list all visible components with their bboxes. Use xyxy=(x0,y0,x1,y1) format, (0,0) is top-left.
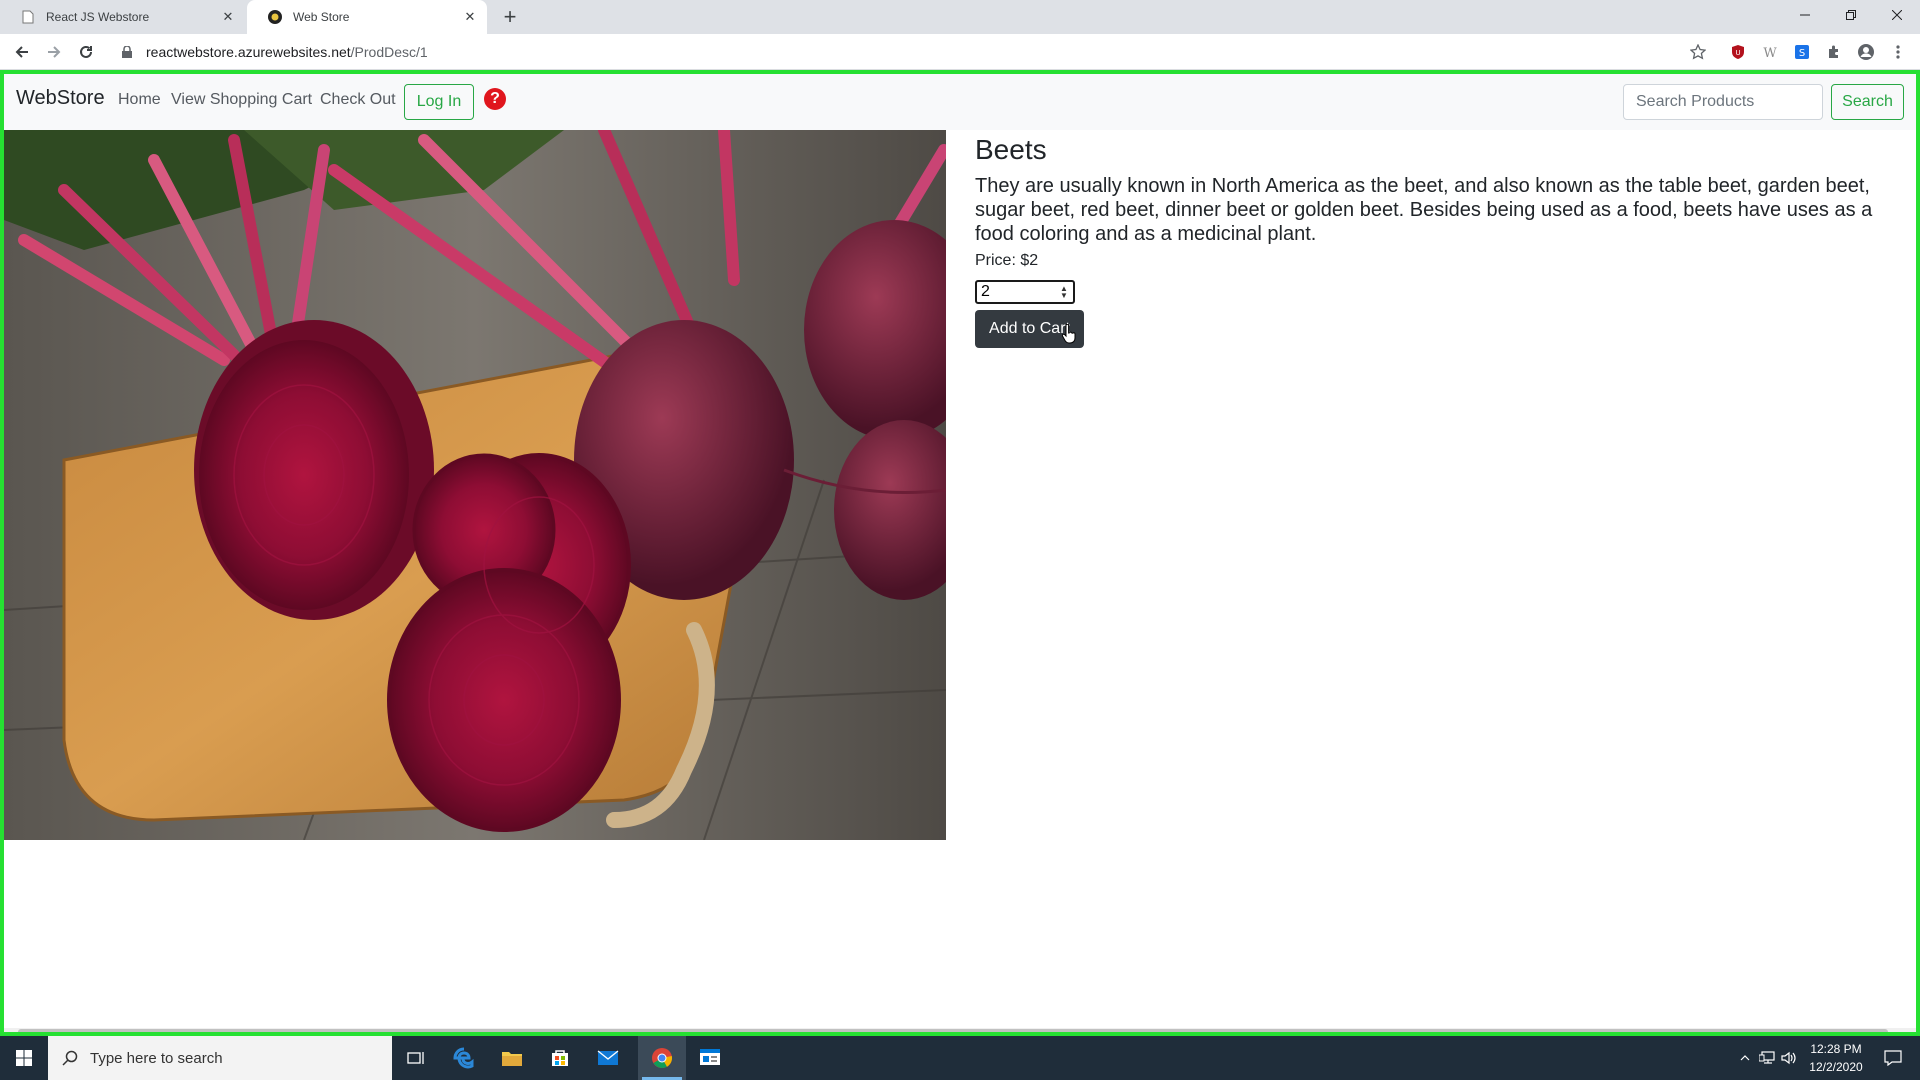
back-arrow-icon[interactable] xyxy=(10,40,34,64)
close-tab-icon[interactable]: ✕ xyxy=(219,8,237,26)
show-hidden-icons-chevron-icon[interactable] xyxy=(1735,1036,1755,1080)
login-button[interactable]: Log In xyxy=(404,84,474,120)
tab-title: Web Store xyxy=(293,10,350,24)
edge-browser-icon[interactable] xyxy=(440,1036,488,1080)
svg-text:S: S xyxy=(1799,48,1805,59)
profile-avatar-icon[interactable] xyxy=(1856,42,1876,62)
scrollbar-thumb[interactable] xyxy=(18,1029,1888,1032)
microsoft-store-icon[interactable] xyxy=(536,1036,584,1080)
lock-icon xyxy=(122,46,136,58)
clock-time: 12:28 PM xyxy=(1810,1042,1862,1056)
restore-icon[interactable] xyxy=(1828,0,1874,30)
svg-text:U: U xyxy=(1735,49,1740,57)
quantity-stepper[interactable]: 2 ▲ ▼ xyxy=(975,280,1075,304)
close-window-icon[interactable] xyxy=(1874,0,1920,30)
product-price: Price: $2 xyxy=(975,252,1039,269)
windows-taskbar: Type here to search 12:28 PM 12/2/2020 xyxy=(0,1036,1920,1080)
close-tab-icon[interactable]: ✕ xyxy=(461,8,479,26)
search-products-input[interactable]: Search Products xyxy=(1623,84,1823,120)
site-navbar: WebStore Home View Shopping Cart Check O… xyxy=(4,74,1916,130)
nav-link-home[interactable]: Home xyxy=(118,91,161,109)
quantity-value: 2 xyxy=(981,283,990,300)
taskbar-clock[interactable]: 12:28 PM 12/2/2020 xyxy=(1800,1040,1872,1076)
product-description: They are usually known in North America … xyxy=(975,175,1873,245)
action-center-icon[interactable] xyxy=(1876,1036,1910,1080)
nav-link-check-out[interactable]: Check Out xyxy=(320,91,396,109)
forward-arrow-icon[interactable] xyxy=(42,40,66,64)
taskbar-search-box[interactable]: Type here to search xyxy=(48,1036,392,1080)
bookmark-star-icon[interactable] xyxy=(1688,42,1708,62)
help-icon[interactable]: ? xyxy=(484,88,506,110)
page-viewport: WebStore Home View Shopping Cart Check O… xyxy=(0,70,1920,1036)
minimize-icon[interactable] xyxy=(1782,0,1828,30)
tab-title: React JS Webstore xyxy=(46,10,150,24)
taskbar-search-placeholder: Type here to search xyxy=(90,1049,223,1067)
new-tab-icon[interactable]: + xyxy=(498,5,522,29)
shield-extension-icon[interactable]: U xyxy=(1728,42,1748,62)
network-icon[interactable] xyxy=(1757,1036,1777,1080)
mail-icon[interactable] xyxy=(584,1036,632,1080)
chrome-menu-icon[interactable] xyxy=(1888,42,1908,62)
clock-date: 12/2/2020 xyxy=(1809,1060,1863,1074)
chrome-taskbar-icon[interactable] xyxy=(638,1036,686,1080)
address-bar[interactable]: reactwebstore.azurewebsites.net/ProdDesc… xyxy=(110,39,1680,65)
browser-toolbar: reactwebstore.azurewebsites.net/ProdDesc… xyxy=(0,34,1920,70)
document-icon xyxy=(20,9,36,25)
app-window-icon[interactable] xyxy=(686,1036,734,1080)
url-path: /ProdDesc/1 xyxy=(350,44,428,60)
brand-link[interactable]: WebStore xyxy=(16,87,105,110)
url-host: reactwebstore.azurewebsites.net xyxy=(146,44,351,60)
file-explorer-icon[interactable] xyxy=(488,1036,536,1080)
nav-link-view-shopping-cart[interactable]: View Shopping Cart xyxy=(171,91,312,109)
browser-tab-web-store[interactable]: Web Store ✕ xyxy=(247,0,487,34)
task-view-icon[interactable] xyxy=(392,1036,440,1080)
volume-icon[interactable] xyxy=(1779,1036,1799,1080)
horizontal-scrollbar[interactable] xyxy=(4,1028,1916,1032)
hand-cursor-icon xyxy=(1061,323,1077,349)
webstore-favicon-icon xyxy=(267,9,283,25)
search-button[interactable]: Search xyxy=(1831,84,1904,120)
stepper-arrows-icon[interactable]: ▲ ▼ xyxy=(1057,284,1071,300)
browser-tab-react-js-webstore[interactable]: React JS Webstore ✕ xyxy=(0,0,245,34)
w-extension-icon[interactable]: W xyxy=(1760,42,1780,62)
product-image xyxy=(4,130,946,840)
svg-text:W: W xyxy=(1763,46,1777,60)
windows-start-icon[interactable] xyxy=(0,1036,48,1080)
blue-extension-icon[interactable]: S xyxy=(1792,42,1812,62)
reload-icon[interactable] xyxy=(74,40,98,64)
browser-tab-strip: React JS Webstore ✕ Web Store ✕ + xyxy=(0,0,1920,34)
product-title: Beets xyxy=(975,134,1047,165)
extensions-puzzle-icon[interactable] xyxy=(1824,42,1844,62)
search-icon xyxy=(62,1050,78,1066)
